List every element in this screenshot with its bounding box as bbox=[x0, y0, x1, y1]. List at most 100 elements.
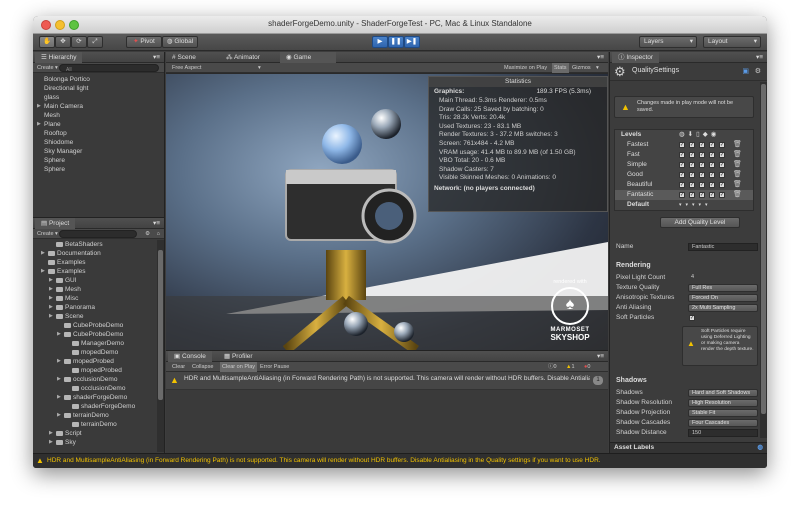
expand-arrow-icon[interactable]: ▶ bbox=[49, 312, 56, 321]
project-folder[interactable]: BetaShaders bbox=[41, 240, 164, 249]
hierarchy-item[interactable]: ▶ Main Camera bbox=[37, 102, 164, 111]
scrollbar-thumb[interactable] bbox=[761, 84, 766, 414]
expand-arrow-icon[interactable]: ▶ bbox=[49, 294, 56, 303]
project-folder[interactable]: Examples bbox=[41, 258, 164, 267]
tab-animator[interactable]: ⁂ Animator bbox=[226, 52, 260, 63]
hierarchy-search-input[interactable]: All bbox=[59, 64, 159, 73]
expand-arrow-icon[interactable]: ▶ bbox=[41, 249, 48, 258]
console-collapse-button[interactable]: Collapse bbox=[192, 362, 213, 372]
hierarchy-item[interactable]: Sphere bbox=[37, 165, 164, 174]
tab-profiler[interactable]: ▦ Profiler bbox=[224, 351, 253, 362]
expand-arrow-icon[interactable]: ▶ bbox=[57, 357, 64, 366]
expand-arrow-icon[interactable]: ▶ bbox=[49, 303, 56, 312]
platform-checkbox[interactable]: ✓ bbox=[709, 172, 715, 178]
quality-level-row[interactable]: Fantastic ✓ ✓ ✓ ✓ ✓ 🗑 bbox=[615, 190, 753, 200]
project-folder[interactable]: shaderForgeDemo bbox=[41, 402, 164, 411]
project-folder[interactable]: ▶ Script bbox=[41, 429, 164, 438]
expand-arrow-icon[interactable]: ▶ bbox=[49, 285, 56, 294]
console-warning-filter[interactable]: ▲1 bbox=[566, 362, 575, 372]
anti-aliasing-dropdown[interactable]: 2x Multi Sampling bbox=[688, 304, 758, 312]
project-folder[interactable]: occlusionDemo bbox=[41, 384, 164, 393]
stats-toggle[interactable]: Stats bbox=[552, 63, 569, 73]
hierarchy-item[interactable]: Sphere bbox=[37, 156, 164, 165]
project-folder[interactable]: ▶ Mesh bbox=[41, 285, 164, 294]
platform-checkbox[interactable]: ✓ bbox=[709, 182, 715, 188]
platform-checkbox[interactable]: ✓ bbox=[719, 182, 725, 188]
project-folder[interactable]: ▶ Panorama bbox=[41, 303, 164, 312]
project-folder[interactable]: ▶ CubeProbeDemo bbox=[41, 330, 164, 339]
platform-checkbox[interactable]: ✓ bbox=[689, 142, 695, 148]
project-folder[interactable]: CubeProbeDemo bbox=[41, 321, 164, 330]
project-folder[interactable]: ▶ shaderForgeDemo bbox=[41, 393, 164, 402]
quality-level-row[interactable]: Fastest ✓ ✓ ✓ ✓ ✓ 🗑 bbox=[615, 140, 753, 150]
pivot-toggle[interactable]: ✦ Pivot bbox=[126, 36, 162, 48]
console-info-filter[interactable]: ⓘ0 bbox=[548, 362, 557, 372]
expand-arrow-icon[interactable]: ▶ bbox=[41, 267, 48, 276]
expand-arrow-icon[interactable]: ▶ bbox=[49, 438, 56, 447]
filter-type-icon[interactable]: ⚙ bbox=[145, 229, 150, 239]
scale-tool-icon[interactable]: ⤢ bbox=[87, 36, 103, 48]
hierarchy-item[interactable]: ▶ Plane bbox=[37, 120, 164, 129]
play-button[interactable]: ▶ bbox=[372, 36, 388, 48]
quality-level-row[interactable]: Fast ✓ ✓ ✓ ✓ ✓ 🗑 bbox=[615, 150, 753, 160]
project-folder[interactable]: ▶ Documentation bbox=[41, 249, 164, 258]
platform-checkbox[interactable]: ✓ bbox=[719, 192, 725, 198]
step-button[interactable]: ▶❚ bbox=[404, 36, 420, 48]
help-icon[interactable]: ▣ bbox=[742, 67, 749, 75]
panel-menu-icon[interactable]: ▾≡ bbox=[597, 52, 604, 63]
name-field[interactable]: Fantastic bbox=[688, 243, 758, 251]
platform-checkbox[interactable]: ✓ bbox=[689, 152, 695, 158]
platform-checkbox[interactable]: ✓ bbox=[719, 172, 725, 178]
inspector-scrollbar[interactable] bbox=[760, 82, 767, 438]
project-folder[interactable]: ▶ Sky bbox=[41, 438, 164, 447]
platform-checkbox[interactable]: ✓ bbox=[719, 142, 725, 148]
platform-checkbox[interactable]: ✓ bbox=[719, 152, 725, 158]
project-folder[interactable]: ▶ GUI bbox=[41, 276, 164, 285]
expand-arrow-icon[interactable]: ▶ bbox=[57, 393, 64, 402]
move-tool-icon[interactable]: ✥ bbox=[55, 36, 71, 48]
hierarchy-create-button[interactable]: Create ▾ bbox=[37, 63, 58, 73]
expand-arrow-icon[interactable]: ▶ bbox=[57, 330, 64, 339]
project-folder[interactable]: mopedProbed bbox=[41, 366, 164, 375]
shadow-projection-dropdown[interactable]: Stable Fit bbox=[688, 409, 758, 417]
hierarchy-item[interactable]: Shiodome bbox=[37, 138, 164, 147]
shadow-resolution-dropdown[interactable]: High Resolution bbox=[688, 399, 758, 407]
project-folder[interactable]: ▶ Examples bbox=[41, 267, 164, 276]
delete-level-icon[interactable]: 🗑 bbox=[733, 170, 742, 180]
pause-button[interactable]: ❚❚ bbox=[388, 36, 404, 48]
project-folder[interactable]: ManagerDemo bbox=[41, 339, 164, 348]
settings-icon[interactable]: ⚙ bbox=[755, 67, 761, 75]
expand-arrow-icon[interactable]: ▶ bbox=[37, 120, 44, 129]
tab-scene[interactable]: # Scene bbox=[172, 52, 196, 63]
platform-checkbox[interactable]: ✓ bbox=[719, 162, 725, 168]
pixel-light-field[interactable]: 4 bbox=[688, 274, 758, 282]
asset-labels-bar[interactable]: Asset Labels ◍ bbox=[610, 442, 767, 453]
platform-checkbox[interactable]: ✓ bbox=[679, 192, 685, 198]
quality-level-row[interactable]: Beautiful ✓ ✓ ✓ ✓ ✓ 🗑 bbox=[615, 180, 753, 190]
platform-checkbox[interactable]: ✓ bbox=[699, 172, 705, 178]
panel-menu-icon[interactable]: ▾≡ bbox=[153, 52, 160, 63]
platform-checkbox[interactable]: ✓ bbox=[699, 192, 705, 198]
console-error-pause-button[interactable]: Error Pause bbox=[260, 362, 289, 372]
hierarchy-item[interactable]: Mesh bbox=[37, 111, 164, 120]
delete-level-icon[interactable]: 🗑 bbox=[733, 160, 742, 170]
platform-checkbox[interactable]: ✓ bbox=[679, 152, 685, 158]
panel-menu-icon[interactable]: ▾≡ bbox=[756, 52, 763, 63]
shadows-dropdown[interactable]: Hard and Soft Shadows bbox=[688, 389, 758, 397]
hand-tool-icon[interactable]: ✋ bbox=[39, 36, 55, 48]
maximize-on-play-toggle[interactable]: Maximize on Play bbox=[504, 63, 547, 73]
project-folder[interactable]: ▶ Scene bbox=[41, 312, 164, 321]
hierarchy-item[interactable]: Bolonga Portico bbox=[37, 75, 164, 84]
platform-checkbox[interactable]: ✓ bbox=[709, 142, 715, 148]
filter-label-icon[interactable]: ⌂ bbox=[157, 229, 160, 239]
project-create-button[interactable]: Create ▾ bbox=[37, 229, 58, 239]
aspect-dropdown[interactable]: Free Aspect bbox=[172, 63, 201, 73]
platform-checkbox[interactable]: ✓ bbox=[709, 152, 715, 158]
panel-menu-icon[interactable]: ▾≡ bbox=[153, 218, 160, 229]
project-scrollbar[interactable] bbox=[157, 240, 164, 452]
tab-project[interactable]: ▤ Project bbox=[35, 218, 76, 229]
platform-checkbox[interactable]: ✓ bbox=[689, 192, 695, 198]
tab-game[interactable]: ◉ Game bbox=[280, 52, 336, 63]
aniso-dropdown[interactable]: Forced On bbox=[688, 294, 758, 302]
project-folder[interactable]: ▶ mopedProbed bbox=[41, 357, 164, 366]
